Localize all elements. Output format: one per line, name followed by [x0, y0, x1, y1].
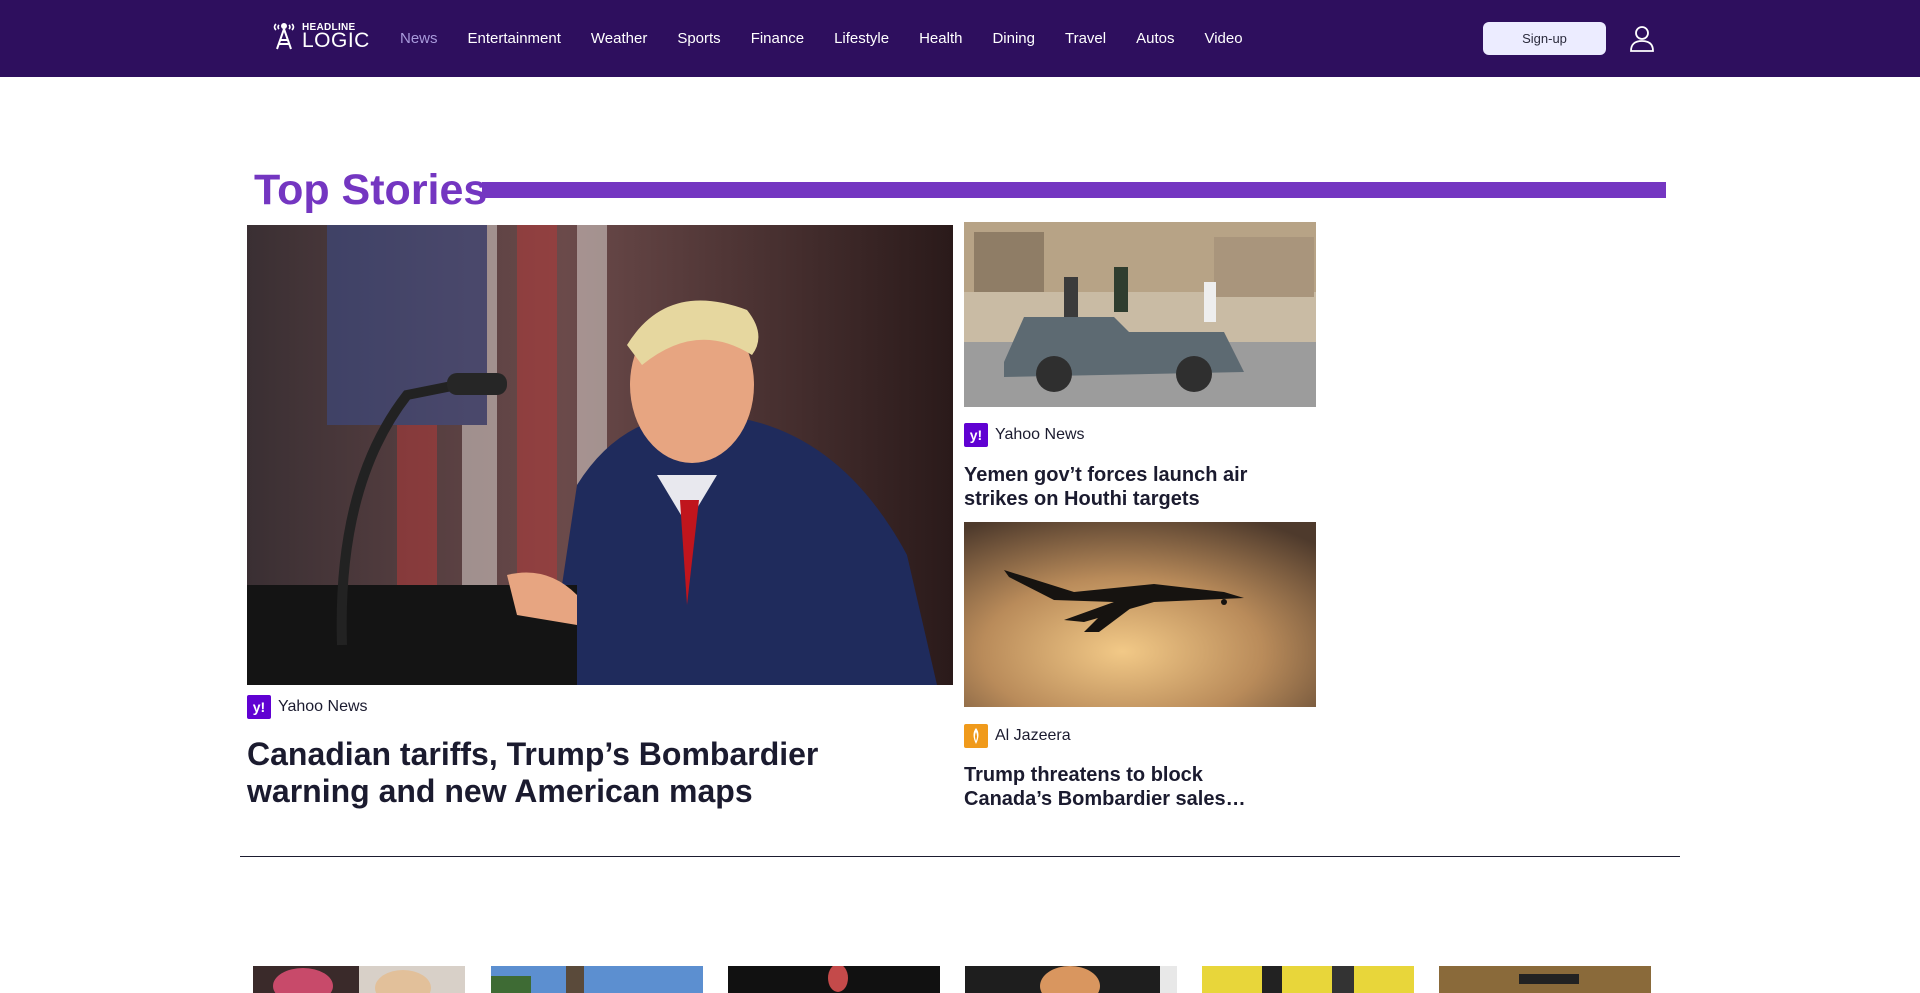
nav-item-entertainment[interactable]: Entertainment: [468, 30, 561, 47]
story-thumbnail[interactable]: [1439, 966, 1651, 993]
side-story-2-image[interactable]: [964, 522, 1316, 707]
section-title-rule: [482, 182, 1666, 198]
hero-story-headline[interactable]: Canadian tariffs, Trump’s Bombardier war…: [247, 736, 887, 810]
story-thumbnail[interactable]: [491, 966, 703, 993]
hero-story-source[interactable]: y! Yahoo News: [247, 695, 368, 719]
nav-item-finance[interactable]: Finance: [751, 30, 804, 47]
side-story-2-source[interactable]: Al Jazeera: [964, 724, 1071, 748]
nav-item-news[interactable]: News: [400, 30, 438, 47]
nav-item-weather[interactable]: Weather: [591, 30, 647, 47]
nav-item-travel[interactable]: Travel: [1065, 30, 1106, 47]
side-story-1-source-label: Yahoo News: [995, 426, 1085, 443]
site-logo[interactable]: HEADLINE LOGIC: [272, 18, 369, 54]
story-thumbnail[interactable]: [1202, 966, 1414, 993]
al-jazeera-icon: [964, 724, 988, 748]
logo-icon: [273, 23, 295, 50]
story-thumbnail[interactable]: [728, 966, 940, 993]
side-story-2-headline[interactable]: Trump threatens to block Canada’s Bombar…: [964, 763, 1284, 811]
nav-item-dining[interactable]: Dining: [992, 30, 1035, 47]
nav-item-autos[interactable]: Autos: [1136, 30, 1174, 47]
top-navigation-bar: HEADLINE LOGIC News Entertainment Weathe…: [0, 0, 1920, 77]
side-story-1-source[interactable]: y! Yahoo News: [964, 423, 1085, 447]
hero-story-image[interactable]: [247, 225, 953, 685]
hero-story-source-label: Yahoo News: [278, 698, 368, 715]
yahoo-news-icon: y!: [964, 423, 988, 447]
side-story-1-headline[interactable]: Yemen gov’t forces launch air strikes on…: [964, 463, 1284, 511]
nav-item-video[interactable]: Video: [1204, 30, 1242, 47]
story-thumbnail[interactable]: [965, 966, 1177, 993]
yahoo-news-icon: y!: [247, 695, 271, 719]
user-icon[interactable]: [1628, 24, 1656, 52]
nav-item-sports[interactable]: Sports: [677, 30, 720, 47]
story-thumbnail[interactable]: [253, 966, 465, 993]
signup-button[interactable]: Sign-up: [1483, 22, 1606, 55]
nav-item-lifestyle[interactable]: Lifestyle: [834, 30, 889, 47]
side-story-2-source-label: Al Jazeera: [995, 727, 1071, 744]
logo-text-main: LOGIC: [302, 29, 370, 52]
nav-item-health[interactable]: Health: [919, 30, 962, 47]
side-story-1-image[interactable]: [964, 222, 1316, 407]
main-nav: News Entertainment Weather Sports Financ…: [385, 0, 1258, 77]
section-divider: [240, 856, 1680, 857]
story-thumbnail-row: [253, 966, 1653, 993]
section-title-top-stories: Top Stories: [254, 166, 488, 214]
